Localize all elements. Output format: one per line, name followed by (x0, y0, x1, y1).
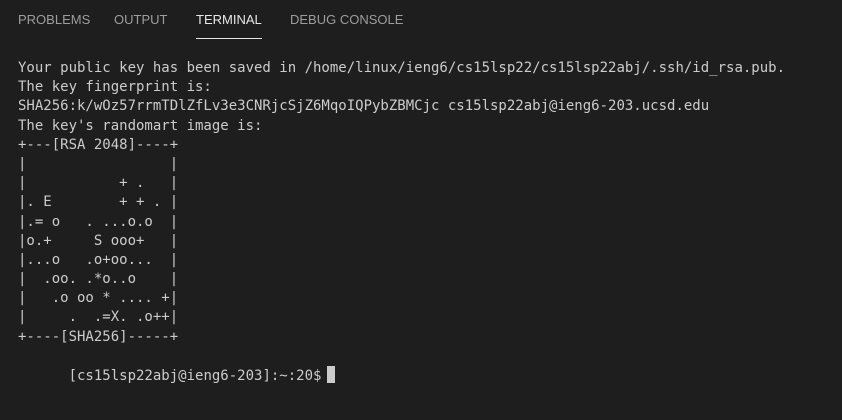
tab-debug-console[interactable]: DEBUG CONSOLE (290, 0, 403, 38)
randomart-line: |. E + + . | (18, 194, 179, 211)
tab-terminal[interactable]: TERMINAL (196, 0, 262, 39)
shell-prompt: [cs15lsp22abj@ieng6-203]:~:20$ (68, 368, 322, 385)
randomart-line: | .oo. .*o..o | (18, 271, 179, 288)
randomart-line: | + . | (18, 175, 179, 192)
terminal-line: The key's randomart image is: (18, 117, 263, 134)
terminal-line: The key fingerprint is: (18, 79, 212, 96)
tab-problems[interactable]: PROBLEMS (18, 0, 90, 38)
randomart-line: | | (18, 155, 179, 172)
randomart-line: | .o oo * .... +| (18, 290, 179, 307)
randomart-line: +---[RSA 2048]----+ (18, 136, 179, 153)
randomart-line: |.= o . ...o.o | (18, 213, 179, 230)
randomart-line: +----[SHA256]-----+ (18, 328, 179, 345)
randomart-line: |...o .o+oo... | (18, 251, 179, 268)
terminal-panel: PROBLEMS OUTPUT TERMINAL DEBUG CONSOLE Y… (0, 0, 842, 420)
randomart-line: |o.+ S ooo+ | (18, 232, 179, 249)
tab-output[interactable]: OUTPUT (114, 0, 167, 38)
terminal-output[interactable]: Your public key has been saved in /home/… (18, 59, 838, 389)
terminal-cursor (327, 366, 336, 384)
prompt-line[interactable]: [cs15lsp22abj@ieng6-203]:~:20$ (18, 347, 838, 384)
panel-tab-bar: PROBLEMS OUTPUT TERMINAL DEBUG CONSOLE (0, 0, 842, 40)
randomart-line: | . .=X. .o++| (18, 309, 179, 326)
terminal-line: SHA256:k/wOz57rrmTDlZfLv3e3CNRjcSjZ6MqoI… (18, 98, 710, 115)
terminal-line: Your public key has been saved in /home/… (18, 60, 786, 76)
